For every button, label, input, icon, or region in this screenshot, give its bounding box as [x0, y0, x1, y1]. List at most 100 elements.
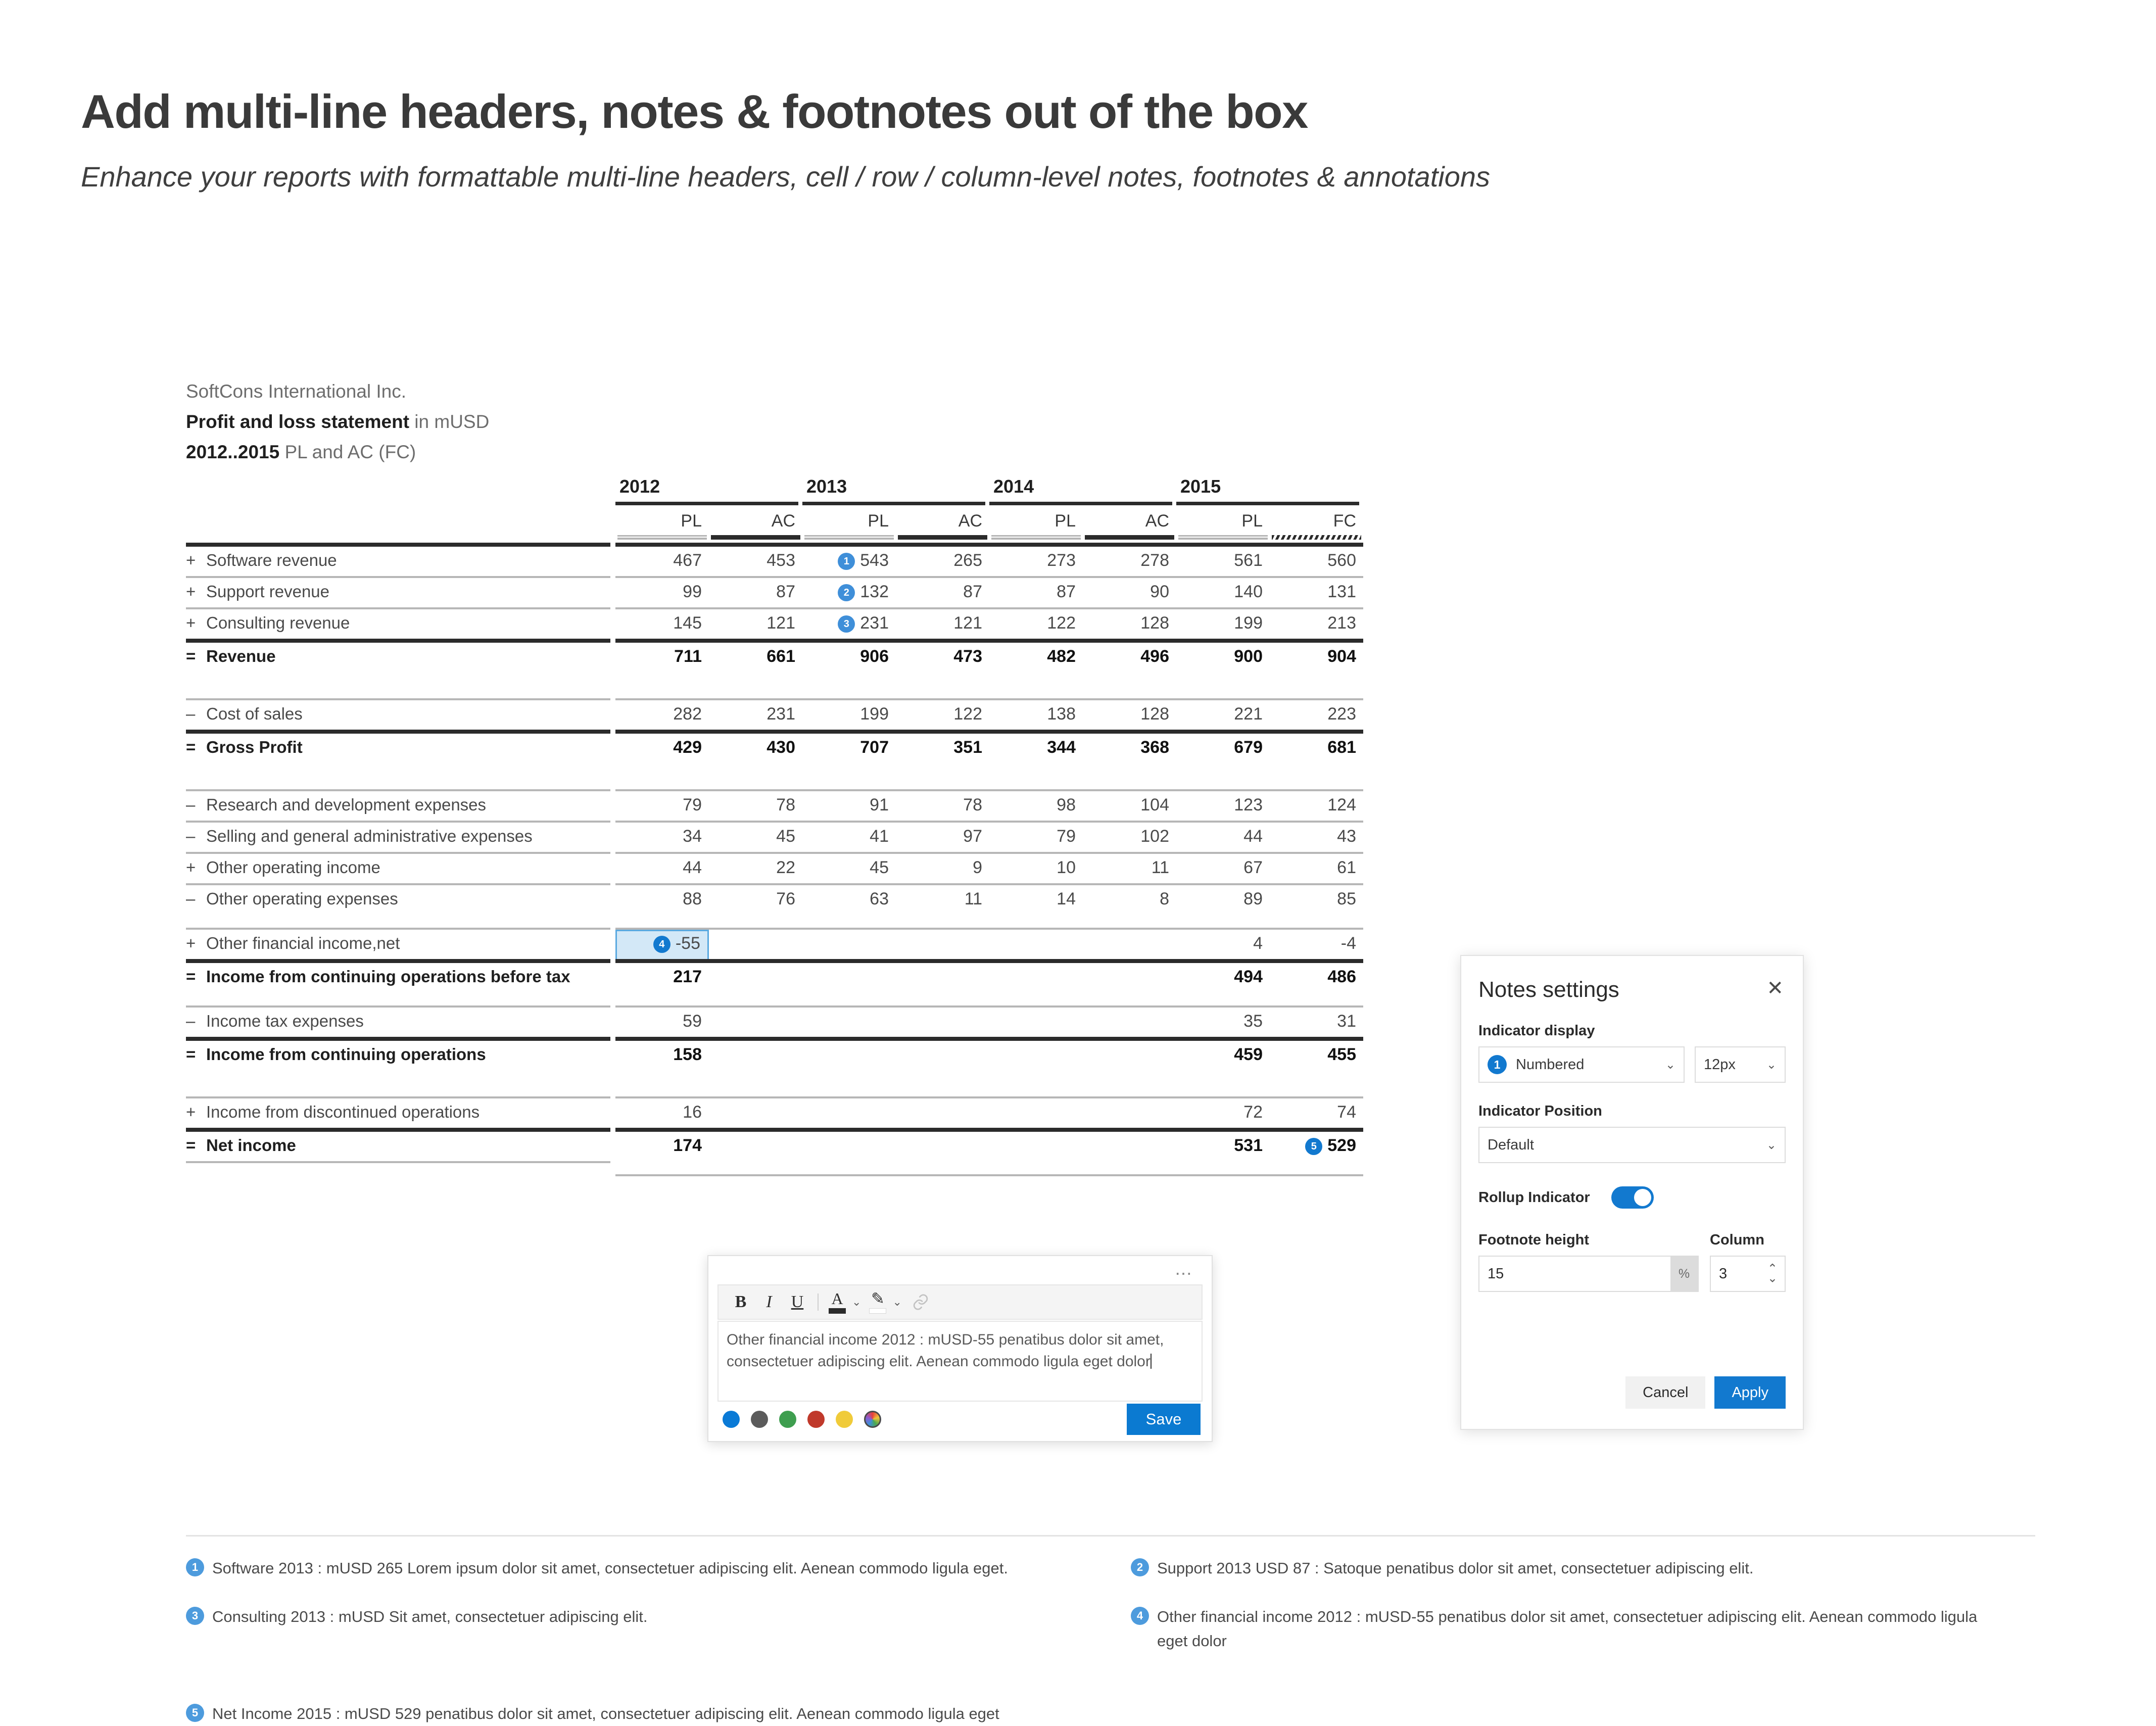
table-cell[interactable]: 89 — [1176, 885, 1270, 915]
table-cell[interactable]: 122 — [989, 609, 1083, 639]
table-cell[interactable]: 273 — [989, 547, 1083, 576]
table-cell[interactable]: 79 — [615, 791, 709, 821]
table-cell[interactable]: 4 -55 — [615, 930, 709, 959]
table-cell[interactable]: 131 — [1270, 578, 1363, 607]
table-cell[interactable]: 278 — [1083, 547, 1176, 576]
table-cell[interactable]: 76 — [709, 885, 802, 915]
stepper-down-icon[interactable]: ⌄ — [1767, 1272, 1778, 1284]
indicator-display-select[interactable]: 1 Numbered ⌄ — [1478, 1046, 1685, 1083]
table-cell[interactable]: 44 — [615, 854, 709, 883]
table-row[interactable]: = Net income — [186, 1132, 610, 1161]
table-row[interactable]: + Support revenue — [186, 578, 610, 607]
table-cell[interactable]: 31 — [1270, 1008, 1363, 1037]
table-cell[interactable]: 221 — [1176, 700, 1270, 730]
table-cell[interactable]: 455 — [1270, 1041, 1363, 1070]
table-cell[interactable]: 79 — [989, 823, 1083, 852]
table-cell[interactable]: 87 — [896, 578, 989, 607]
footnote-height-input[interactable]: 15 % — [1478, 1256, 1699, 1292]
color-swatch[interactable] — [836, 1411, 853, 1428]
save-button[interactable]: Save — [1127, 1404, 1201, 1435]
table-cell[interactable]: 87 — [709, 578, 802, 607]
table-cell[interactable]: 45 — [802, 854, 896, 883]
cancel-button[interactable]: Cancel — [1625, 1376, 1706, 1409]
color-swatch[interactable] — [779, 1411, 796, 1428]
footnote-item[interactable]: 2 Support 2013 USD 87 : Satoque penatibus… — [1131, 1556, 1990, 1580]
table-cell[interactable]: 72 — [1176, 1098, 1270, 1128]
table-cell[interactable]: 486 — [1270, 963, 1363, 992]
chevron-down-icon[interactable]: ⌄ — [1665, 1058, 1675, 1072]
table-cell[interactable]: 199 — [802, 700, 896, 730]
table-cell[interactable]: 158 — [615, 1041, 709, 1070]
table-cell[interactable]: -4 — [1270, 930, 1363, 959]
table-cell[interactable]: 351 — [896, 734, 989, 763]
table-row[interactable]: – Income tax expenses — [186, 1008, 610, 1037]
table-cell[interactable]: 124 — [1270, 791, 1363, 821]
footnote-item[interactable]: 3 Consulting 2013 : mUSD Sit amet, consec… — [186, 1605, 1045, 1629]
link-icon[interactable] — [906, 1293, 935, 1311]
table-cell[interactable]: 482 — [989, 643, 1083, 672]
table-cell[interactable]: 90 — [1083, 578, 1176, 607]
table-cell[interactable]: 11 — [1083, 854, 1176, 883]
table-cell[interactable]: 122 — [896, 700, 989, 730]
table-row[interactable]: + Income from discontinued operations — [186, 1098, 610, 1128]
table-cell[interactable]: 679 — [1176, 734, 1270, 763]
table-cell[interactable]: 78 — [896, 791, 989, 821]
table-cell[interactable]: 123 — [1176, 791, 1270, 821]
table-cell[interactable]: 900 — [1176, 643, 1270, 672]
rollup-indicator-toggle[interactable] — [1611, 1186, 1654, 1209]
table-cell[interactable]: 1 543 — [802, 547, 896, 576]
color-swatch-row[interactable] — [723, 1411, 881, 1428]
table-cell[interactable]: 430 — [709, 734, 802, 763]
table-cell[interactable]: 561 — [1176, 547, 1270, 576]
table-cell[interactable]: 494 — [1176, 963, 1270, 992]
italic-button[interactable]: I — [755, 1287, 783, 1317]
color-swatch[interactable] — [751, 1411, 768, 1428]
table-cell[interactable]: 61 — [1270, 854, 1363, 883]
table-cell[interactable]: 3 231 — [802, 609, 896, 639]
footnote-item[interactable]: 4 Other financial income 2012 : mUSD-55 p… — [1131, 1605, 2000, 1653]
table-cell[interactable]: 63 — [802, 885, 896, 915]
table-cell[interactable]: 45 — [709, 823, 802, 852]
table-row[interactable]: = Gross Profit — [186, 734, 610, 763]
table-cell[interactable]: 282 — [615, 700, 709, 730]
table-cell[interactable]: 140 — [1176, 578, 1270, 607]
note-indicator-badge[interactable]: 3 — [838, 615, 855, 633]
highlight-icon[interactable]: ✎ — [865, 1287, 890, 1317]
table-cell[interactable]: 88 — [615, 885, 709, 915]
footnote-item[interactable]: 1 Software 2013 : mUSD 265 Lorem ipsum do… — [186, 1556, 1045, 1580]
table-row[interactable]: – Cost of sales — [186, 700, 610, 730]
table-cell[interactable]: 43 — [1270, 823, 1363, 852]
table-cell[interactable]: 85 — [1270, 885, 1363, 915]
table-cell[interactable]: 9 — [896, 854, 989, 883]
table-cell[interactable]: 459 — [1176, 1041, 1270, 1070]
table-cell[interactable]: 174 — [615, 1132, 709, 1161]
table-row[interactable]: + Other financial income,net — [186, 930, 610, 959]
font-color-chevron-down-icon[interactable]: ⌄ — [852, 1296, 861, 1309]
table-cell[interactable]: 223 — [1270, 700, 1363, 730]
table-cell[interactable]: 5 529 — [1270, 1132, 1363, 1161]
table-cell[interactable]: 16 — [615, 1098, 709, 1128]
table-row[interactable]: – Research and development expenses — [186, 791, 610, 821]
table-cell[interactable]: 99 — [615, 578, 709, 607]
table-cell[interactable]: 98 — [989, 791, 1083, 821]
table-row[interactable]: + Other operating income — [186, 854, 610, 883]
notes-settings-panel[interactable]: Notes settings ✕ Indicator display 1 Num… — [1460, 955, 1804, 1430]
note-indicator-badge[interactable]: 4 — [653, 936, 670, 953]
table-cell[interactable]: 138 — [989, 700, 1083, 730]
table-cell[interactable]: 59 — [615, 1008, 709, 1037]
table-cell[interactable]: 22 — [709, 854, 802, 883]
color-swatch[interactable] — [723, 1411, 740, 1428]
table-row[interactable]: + Software revenue — [186, 547, 610, 576]
table-cell[interactable]: 4 — [1176, 930, 1270, 959]
chevron-down-icon[interactable]: ⌄ — [1766, 1058, 1777, 1072]
table-cell[interactable]: 34 — [615, 823, 709, 852]
table-cell[interactable]: 8 — [1083, 885, 1176, 915]
indicator-size-select[interactable]: 12px ⌄ — [1695, 1046, 1786, 1083]
table-cell[interactable]: 78 — [709, 791, 802, 821]
table-cell[interactable]: 429 — [615, 734, 709, 763]
footnote-item[interactable]: 5 Net Income 2015 : mUSD 529 penatibus do… — [186, 1702, 1070, 1726]
table-cell[interactable]: 121 — [896, 609, 989, 639]
table-cell[interactable]: 265 — [896, 547, 989, 576]
indicator-position-select[interactable]: Default ⌄ — [1478, 1127, 1786, 1163]
table-row[interactable]: – Other operating expenses — [186, 885, 610, 915]
